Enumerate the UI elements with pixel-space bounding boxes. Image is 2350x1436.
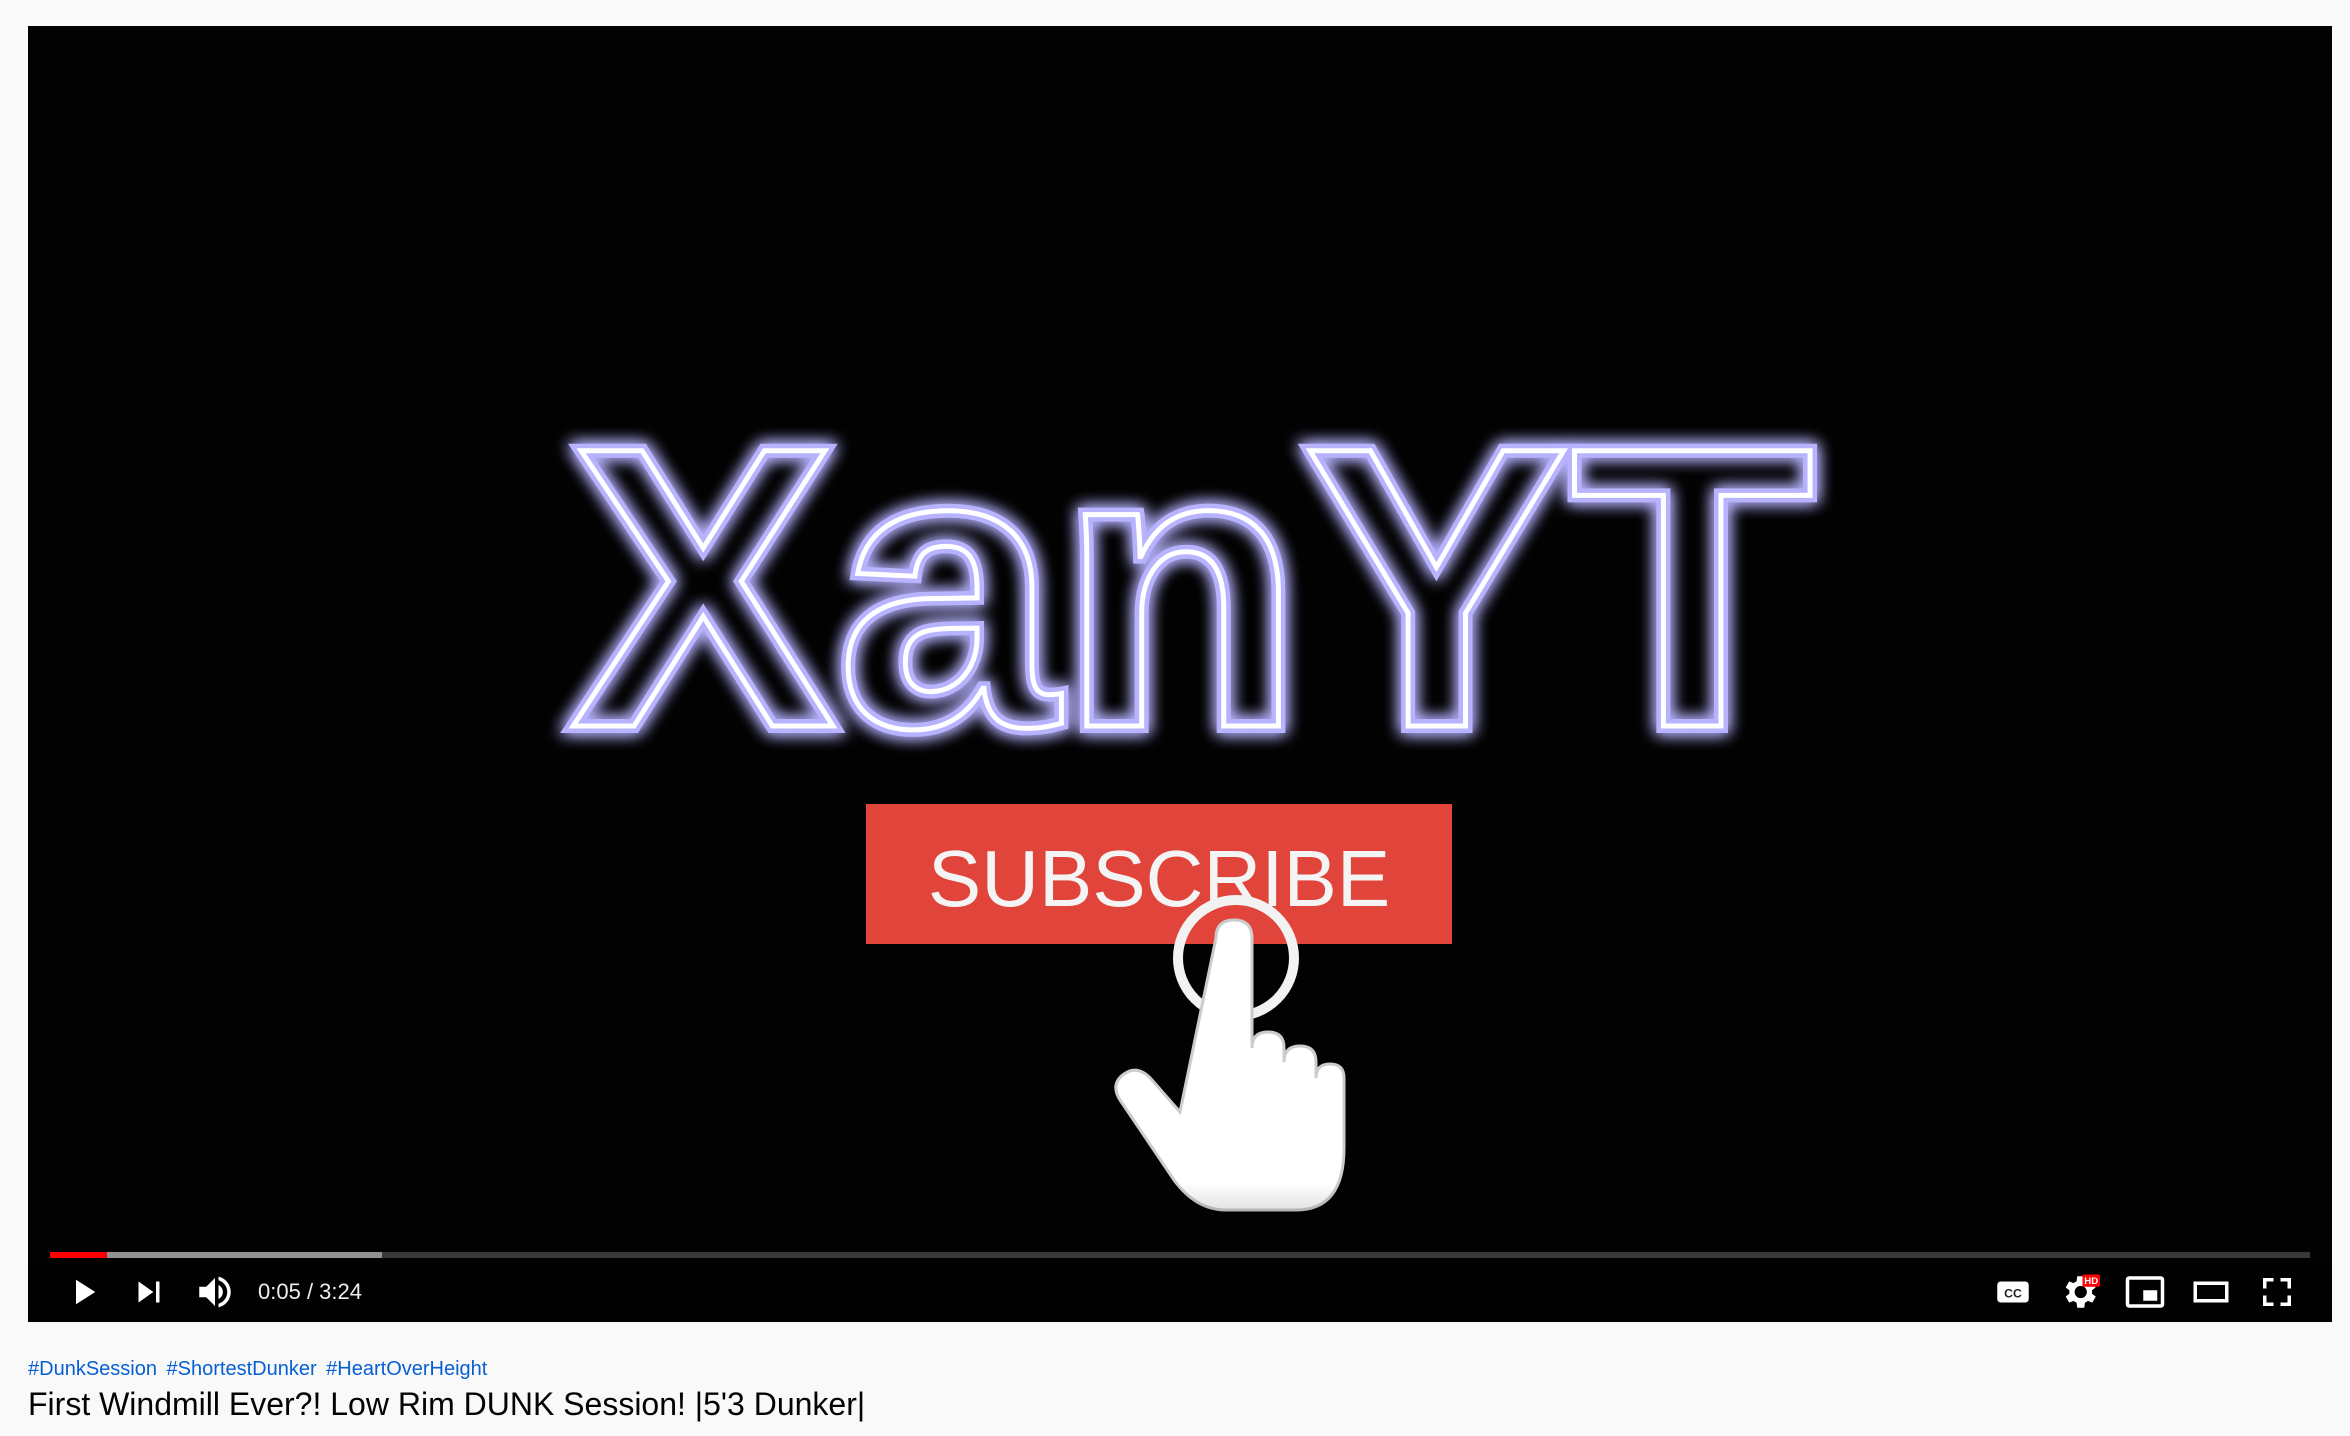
miniplayer-icon bbox=[2125, 1276, 2165, 1308]
xanyt-logo-core: XanYT bbox=[570, 364, 1815, 811]
theater-mode-button[interactable] bbox=[2178, 1262, 2244, 1322]
progress-played bbox=[50, 1252, 107, 1258]
hd-badge: HD bbox=[2084, 1276, 2098, 1287]
theater-icon bbox=[2193, 1281, 2229, 1303]
miniplayer-button[interactable] bbox=[2112, 1262, 2178, 1322]
video-player[interactable]: XanYT XanYT SUBSCRIBE 0:05 / 3:24 CC HD bbox=[28, 26, 2332, 1322]
current-time: 0:05 bbox=[258, 1279, 301, 1304]
time-display: 0:05 / 3:24 bbox=[258, 1279, 362, 1305]
video-content: XanYT XanYT SUBSCRIBE bbox=[563, 357, 1821, 1212]
fullscreen-icon bbox=[2263, 1278, 2291, 1306]
fullscreen-button[interactable] bbox=[2244, 1262, 2310, 1322]
hashtag-link[interactable]: #HeartOverHeight bbox=[326, 1358, 487, 1380]
play-button[interactable] bbox=[50, 1262, 116, 1322]
svg-text:CC: CC bbox=[2004, 1286, 2022, 1300]
volume-icon bbox=[199, 1276, 231, 1308]
time-separator: / bbox=[300, 1279, 320, 1304]
progress-bar[interactable] bbox=[50, 1252, 2310, 1258]
hashtags: #DunkSession #ShortestDunker #HeartOverH… bbox=[28, 1358, 491, 1381]
hashtag-link[interactable]: #ShortestDunker bbox=[167, 1358, 317, 1380]
video-title: First Windmill Ever?! Low Rim DUNK Sessi… bbox=[28, 1386, 866, 1422]
hand-pointer-icon bbox=[1114, 895, 1346, 1212]
settings-button[interactable]: HD bbox=[2046, 1262, 2112, 1322]
next-button[interactable] bbox=[116, 1262, 182, 1322]
duration: 3:24 bbox=[319, 1279, 362, 1304]
volume-button[interactable] bbox=[182, 1262, 248, 1322]
right-controls: CC HD bbox=[1980, 1262, 2310, 1322]
hashtag-link[interactable]: #DunkSession bbox=[28, 1358, 157, 1380]
play-icon bbox=[76, 1279, 96, 1305]
video-frame[interactable]: XanYT XanYT SUBSCRIBE bbox=[28, 26, 2332, 1322]
captions-icon: CC bbox=[1997, 1281, 2029, 1303]
next-icon bbox=[138, 1281, 160, 1303]
subscribe-banner-text: SUBSCRIBE bbox=[928, 834, 1390, 923]
left-controls: 0:05 / 3:24 bbox=[50, 1262, 362, 1322]
settings-hd-icon: HD bbox=[2065, 1274, 2100, 1308]
player-controls: 0:05 / 3:24 CC HD bbox=[28, 1262, 2332, 1322]
captions-button[interactable]: CC bbox=[1980, 1262, 2046, 1322]
